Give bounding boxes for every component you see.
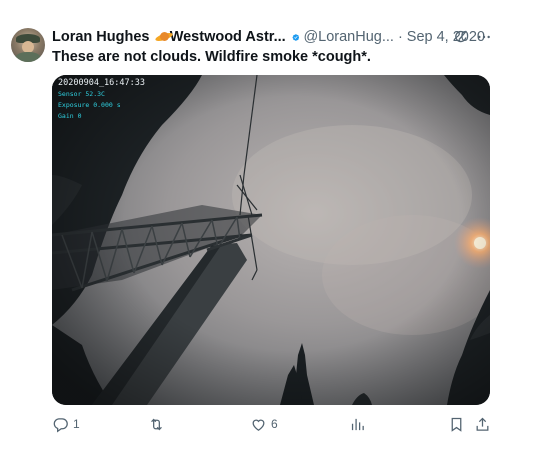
camera-overlay: 20200904_16:47:33 Sensor 52.3C Exposure … [58,78,145,122]
views-chart-icon [351,418,364,430]
share-icon [476,417,489,431]
heart-icon [252,419,265,431]
allsky-photo [52,75,490,405]
like-button[interactable]: 6 [250,414,278,434]
tweet-media-image[interactable]: 20200904_16:47:33 Sensor 52.3C Exposure … [52,75,490,405]
tweet-header: Loran Hughes Westwood Astr... @LoranHug.… [52,26,485,48]
tweet-date[interactable]: Sep 4, 2020 [407,29,485,45]
verified-check-icon [292,33,299,41]
reply-icon [53,417,68,432]
overlay-timestamp: 20200904_16:47:33 [58,78,145,88]
reply-count: 1 [73,417,80,431]
overlay-gain: Gain 0 [58,112,82,120]
avatar[interactable] [11,28,45,62]
author-display-name[interactable]: Loran Hughes [52,29,149,45]
repost-button[interactable] [148,414,169,434]
bookmark-button[interactable] [448,414,465,434]
more-options-icon[interactable] [476,29,492,45]
tweet-card[interactable]: Loran Hughes Westwood Astr... @LoranHug.… [0,0,535,450]
share-button[interactable] [474,414,491,434]
overlay-sensor: Sensor 52.3C [58,90,105,98]
author-org-name[interactable]: Westwood Astr... [170,29,286,45]
repost-icon [151,418,162,430]
tweet-text: These are not clouds. Wildfire smoke *co… [52,49,371,65]
bookmark-icon [451,417,462,432]
overlay-exposure: Exposure 0.000 s [58,101,121,109]
reply-button[interactable]: 1 [52,414,80,434]
action-bar: 1 6 [52,414,492,434]
grok-icon[interactable] [453,29,469,45]
saturn-icon [154,31,174,43]
views-button[interactable] [349,414,366,434]
header-separator: · [397,29,403,45]
author-handle[interactable]: @LoranHug... [303,29,394,45]
like-count: 6 [271,417,278,431]
